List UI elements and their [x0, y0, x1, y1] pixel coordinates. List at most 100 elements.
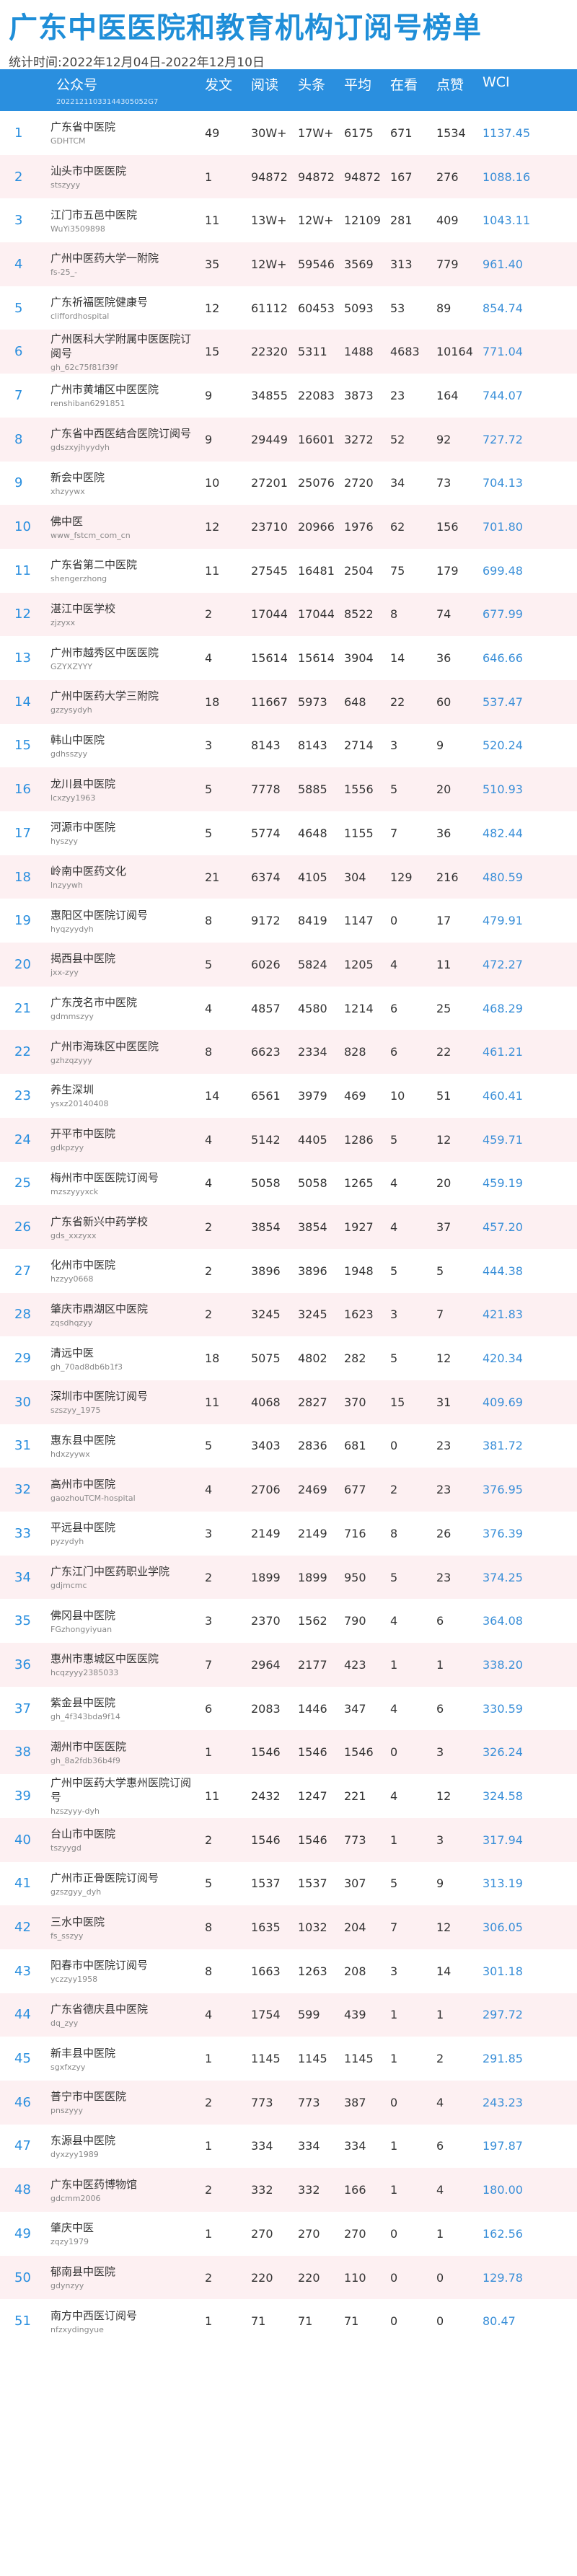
account-name[interactable]: 广州市黄埔区中医医院 — [50, 382, 201, 397]
table-row: 45 新丰县中医院 sgxfxzyy 1 1145 1145 1145 1 2 291.85 — [0, 2037, 577, 2081]
account-name[interactable]: 三水中医院 — [50, 1915, 201, 1929]
wci-cell: 291.85 — [483, 2052, 523, 2066]
wci-cell: 306.05 — [483, 1920, 523, 1935]
posts-cell: 7 — [205, 1657, 213, 1672]
account-name[interactable]: 揭西县中医院 — [50, 951, 201, 966]
wci-cell: 744.07 — [483, 388, 523, 402]
account-name[interactable]: 惠州市惠城区中医医院 — [50, 1651, 201, 1666]
watching-cell: 52 — [390, 432, 405, 446]
posts-cell: 4 — [205, 1176, 213, 1191]
account-id: lcxzyy1963 — [50, 793, 96, 803]
account-name[interactable]: 深圳市中医院订阅号 — [50, 1389, 201, 1403]
account-name[interactable]: 龙川县中医院 — [50, 777, 201, 791]
likes-cell: 4 — [436, 2095, 444, 2109]
account-name[interactable]: 广东省新兴中药学校 — [50, 1214, 201, 1229]
wci-cell: 459.71 — [483, 1132, 523, 1147]
reads-cell: 8143 — [251, 738, 281, 753]
posts-cell: 5 — [205, 782, 213, 797]
account-name[interactable]: 广东省中西医结合医院订阅号 — [50, 426, 201, 441]
watching-cell: 5 — [390, 1351, 398, 1366]
avg-cell: 12109 — [344, 213, 381, 228]
account-name[interactable]: 佛冈县中医院 — [50, 1608, 201, 1623]
watching-cell: 5 — [390, 1263, 398, 1278]
account-id: ysxz20140408 — [50, 1099, 109, 1109]
headline-cell: 4405 — [298, 1132, 327, 1147]
watching-cell: 1 — [390, 2052, 398, 2066]
likes-cell: 17 — [436, 914, 452, 928]
account-name[interactable]: 紫金县中医院 — [50, 1695, 201, 1710]
account-name[interactable]: 平远县中医院 — [50, 1520, 201, 1535]
account-name[interactable]: 湛江中医学校 — [50, 601, 201, 616]
account-cell: 开平市中医院 gdkpzyy — [38, 1118, 201, 1162]
watching-cell: 7 — [390, 826, 398, 840]
account-name[interactable]: 江门市五邑中医院 — [50, 208, 201, 222]
account-id: gzszgyy_dyh — [50, 1887, 102, 1897]
account-name[interactable]: 养生深圳 — [50, 1082, 201, 1097]
rank-cell: 44 — [14, 2007, 31, 2023]
account-name[interactable]: 广东江门中医药职业学院 — [50, 1564, 201, 1579]
account-name[interactable]: 河源市中医院 — [50, 820, 201, 834]
account-name[interactable]: 梅州市中医医院订阅号 — [50, 1170, 201, 1185]
account-cell: 广东省第二中医院 shengerzhong — [38, 549, 201, 593]
account-name[interactable]: 开平市中医院 — [50, 1126, 201, 1141]
headline-cell: 16481 — [298, 563, 335, 578]
avg-cell: 347 — [344, 1701, 366, 1716]
account-name[interactable]: 南方中西医订阅号 — [50, 2308, 201, 2323]
watching-cell: 1 — [390, 2008, 398, 2022]
posts-cell: 1 — [205, 2139, 213, 2153]
posts-cell: 6 — [205, 1701, 213, 1716]
account-name[interactable]: 潮州市中医医院 — [50, 1739, 201, 1754]
account-name[interactable]: 广东中医药博物馆 — [50, 2177, 201, 2192]
account-id: gdszxyjhyydyh — [50, 443, 110, 453]
account-name[interactable]: 阳春市中医院订阅号 — [50, 1958, 201, 1972]
account-id: gdhsszyy — [50, 749, 88, 759]
rank-cell: 40 — [14, 1832, 31, 1848]
account-name[interactable]: 肇庆市鼎湖区中医院 — [50, 1302, 201, 1316]
account-name[interactable]: 岭南中医药文化 — [50, 864, 201, 878]
table-row: 3 江门市五邑中医院 WuYi3509898 11 13W+ 12W+ 12109 281 40… — [0, 198, 577, 242]
headline-cell: 1899 — [298, 1570, 327, 1584]
account-name[interactable]: 东源县中医院 — [50, 2133, 201, 2148]
account-name[interactable]: 广州中医药大学一附院 — [50, 251, 201, 265]
account-name[interactable]: 广州中医药大学三附院 — [50, 689, 201, 703]
likes-cell: 6 — [436, 1614, 444, 1628]
account-name[interactable]: 化州市中医院 — [50, 1258, 201, 1272]
account-name[interactable]: 惠东县中医院 — [50, 1433, 201, 1447]
account-name[interactable]: 惠阳区中医院订阅号 — [50, 908, 201, 922]
headline-cell: 2469 — [298, 1483, 327, 1497]
account-id: GDHTCM — [50, 136, 86, 146]
account-name[interactable]: 普宁市中医医院 — [50, 2089, 201, 2104]
wci-cell: 460.41 — [483, 1088, 523, 1103]
table-row: 24 开平市中医院 gdkpzyy 4 5142 4405 1286 5 12 459.71 — [0, 1117, 577, 1162]
rank-cell: 6 — [14, 344, 23, 360]
account-name[interactable]: 清远中医 — [50, 1346, 201, 1360]
account-name[interactable]: 佛中医 — [50, 514, 201, 529]
account-name[interactable]: 广州市海珠区中医医院 — [50, 1039, 201, 1054]
rank-cell: 4 — [14, 256, 23, 272]
account-name[interactable]: 郁南县中医院 — [50, 2264, 201, 2279]
account-name[interactable]: 广州医科大学附属中医医院订阅号 — [50, 332, 201, 361]
account-name[interactable]: 广州市正骨医院订阅号 — [50, 1871, 201, 1885]
headline-cell: 5885 — [298, 782, 327, 797]
account-name[interactable]: 台山市中医院 — [50, 1827, 201, 1841]
account-name[interactable]: 肇庆中医 — [50, 2220, 201, 2235]
account-name[interactable]: 新会中医院 — [50, 470, 201, 485]
account-name[interactable]: 新丰县中医院 — [50, 2046, 201, 2060]
account-name[interactable]: 广州市越秀区中医医院 — [50, 645, 201, 660]
watching-cell: 34 — [390, 476, 405, 490]
account-name[interactable]: 广东省中医院 — [50, 120, 201, 134]
wci-cell: 771.04 — [483, 345, 523, 359]
account-name[interactable]: 广东省第二中医院 — [50, 557, 201, 572]
account-name[interactable]: 汕头市中医医院 — [50, 164, 201, 178]
headline-cell: 16601 — [298, 432, 335, 446]
account-name[interactable]: 广东省德庆县中医院 — [50, 2002, 201, 2016]
account-name[interactable]: 广东茂名市中医院 — [50, 995, 201, 1010]
account-id: zjzyxx — [50, 617, 76, 627]
account-name[interactable]: 韩山中医院 — [50, 733, 201, 747]
watching-cell: 15 — [390, 1395, 405, 1409]
likes-cell: 7 — [436, 1307, 444, 1322]
account-name[interactable]: 广州中医药大学惠州医院订阅号 — [50, 1776, 201, 1804]
account-name[interactable]: 高州市中医院 — [50, 1477, 201, 1491]
account-name[interactable]: 广东祈福医院健康号 — [50, 295, 201, 309]
avg-cell: 1488 — [344, 345, 374, 359]
